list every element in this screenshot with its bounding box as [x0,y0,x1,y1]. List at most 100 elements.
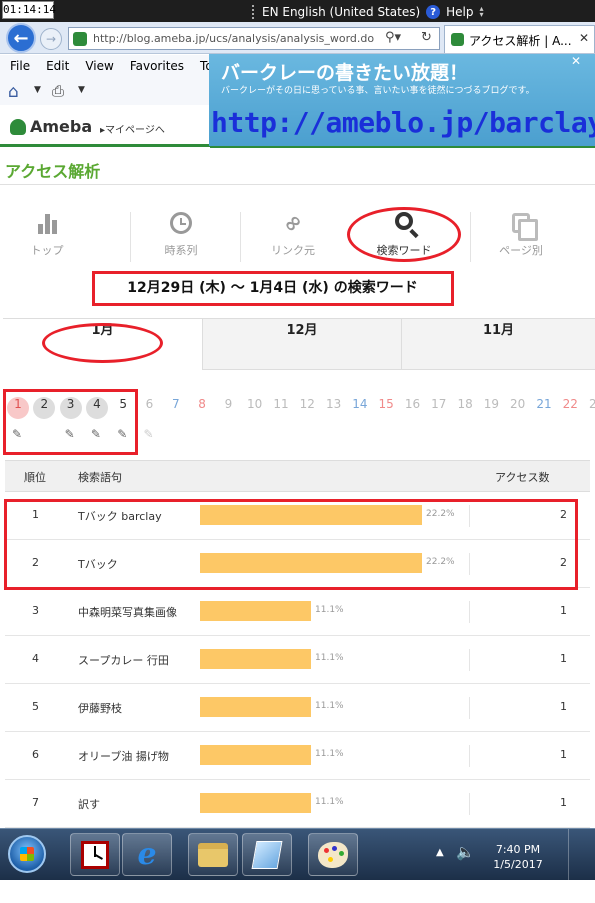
access-count-cell: 1 [560,796,567,809]
header-word: 検索語句 [78,471,122,484]
share-percent: 11.1% [315,653,344,663]
search-word-cell[interactable]: 伊藤野枝 [78,700,122,716]
taskbar-ie[interactable]: e [122,833,172,876]
help-label[interactable]: Help [446,5,473,19]
language-bar[interactable]: EN English (United States) ? Help ▴ ▾ [252,3,484,21]
share-bar-cell: 11.1% [200,649,470,671]
folder-icon [198,842,228,867]
command-bar: ⌂ ▼ ⎙ ▼ [0,77,210,105]
tab-timeline-label: 時系列 [164,244,198,257]
share-bar [200,697,311,717]
annotation-box [4,499,578,590]
header-count: アクセス数 [495,471,550,484]
share-bar-cell: 11.1% [200,793,470,815]
language-label[interactable]: EN English (United States) [262,5,420,19]
search-word-cell[interactable]: オリーブ油 揚げ物 [78,748,169,764]
tab-timeline[interactable]: 時系列 [131,210,231,270]
forward-button[interactable]: → [40,28,62,50]
share-percent: 11.1% [315,701,344,711]
show-desktop-button[interactable] [568,829,595,881]
taskbar-clock-app[interactable] [70,833,120,876]
share-bar-cell: 11.1% [200,745,470,767]
arrow-left-icon: ← [13,27,29,49]
print-icon[interactable]: ⎙ [52,82,64,100]
tab-referrer-label: リンク元 [271,244,315,257]
taskbar: e ▲ 🔈 7:40 PM 1/5/2017 [0,828,595,881]
ameba-logo[interactable]: Ameba [10,117,92,136]
header-rank: 順位 [24,471,46,484]
day-21: 21 [536,397,552,411]
day-11: 11 [273,397,289,411]
sticky-notes-icon [251,840,283,869]
month-tab-11[interactable]: 11月 [401,319,595,370]
day-14: 14 [352,397,368,411]
menu-favorites[interactable]: Favorites [130,59,184,73]
home-icon[interactable]: ⌂ [8,82,19,102]
back-button[interactable]: ← [6,23,36,53]
month-tab-12[interactable]: 12月 [202,319,401,370]
tray-clock[interactable]: 7:40 PM 1/5/2017 [486,842,550,872]
address-bar[interactable]: http://blog.ameba.jp/ucs/analysis/analys… [68,27,440,50]
table-row: 6 オリーブ油 揚げ物 11.1% 1 [5,732,590,780]
share-bar-cell: 11.1% [200,601,470,623]
banner-subtitle: バークレーがその日に思っている事、言いたい事を徒然につづるブログです。 [221,86,535,96]
help-icon[interactable]: ? [426,5,441,19]
table-row: 5 伊藤野枝 11.1% 1 [5,684,590,732]
taskbar-explorer[interactable] [188,833,238,876]
day-12: 12 [299,397,315,411]
search-word-cell[interactable]: スープカレー 行田 [78,652,169,668]
day-17: 17 [431,397,447,411]
refresh-icon[interactable]: ↻ [421,30,432,45]
url-text[interactable]: http://blog.ameba.jp/ucs/analysis/analys… [93,32,383,45]
ameba-favicon-icon [73,32,87,46]
day-19: 19 [483,397,500,411]
menu-file[interactable]: File [10,59,30,73]
search-word-cell[interactable]: 訳す [78,796,100,812]
windows-logo-icon [20,847,34,861]
grip-icon[interactable] [252,5,256,19]
chevron-down-icon[interactable]: ▼ [78,85,85,95]
browser-tab[interactable]: アクセス解析 | A... ✕ [444,25,595,53]
taskbar-paint[interactable] [308,833,358,876]
tray-expand-icon[interactable]: ▲ [436,847,444,858]
share-percent: 11.1% [315,797,344,807]
tray-time: 7:40 PM [495,843,541,856]
rank-cell: 3 [32,604,39,617]
menu-view[interactable]: View [85,59,113,73]
mypage-link[interactable]: ▸マイページへ [100,121,165,136]
search-dropdown-icon[interactable]: ⚲▾ [385,30,401,45]
annotation-ellipse [347,207,461,262]
clock-icon [170,212,192,234]
arrow-right-icon: → [45,32,57,46]
share-bar-cell: 11.1% [200,697,470,719]
tab-title[interactable]: アクセス解析 | A... [469,32,572,49]
paint-icon [318,841,348,868]
table-row: 4 スープカレー 行田 11.1% 1 [5,636,590,684]
tab-referrer[interactable]: ∞ リンク元 [243,207,343,270]
browser-nav-bar: ← → http://blog.ameba.jp/ucs/analysis/an… [0,22,595,54]
share-bar [200,793,311,813]
share-bar [200,745,311,765]
access-count-cell: 1 [560,700,567,713]
tab-pages[interactable]: ページ別 [471,210,571,270]
rank-cell: 5 [32,700,39,713]
options-arrows-icon[interactable]: ▴ ▾ [480,5,484,19]
menu-bar: File Edit View Favorites Tool [0,55,223,77]
tab-pages-label: ページ別 [499,244,543,257]
taskbar-notes[interactable] [242,833,292,876]
chevron-down-icon[interactable]: ▼ [34,85,41,95]
link-icon: ∞ [277,207,309,239]
speaker-icon[interactable]: 🔈 [456,843,475,861]
close-tab-icon[interactable]: ✕ [579,31,589,45]
tray-date: 1/5/2017 [493,858,543,871]
annotation-ellipse [42,323,163,363]
share-percent: 11.1% [315,605,344,615]
banner-url: http://ameblo.jp/barclay [211,106,595,139]
day-22: 22 [562,397,578,411]
tab-top[interactable]: トップ [0,210,97,270]
search-word-cell[interactable]: 中森明菜写真集画像 [78,604,177,620]
start-button[interactable] [8,835,46,873]
share-percent: 11.1% [315,749,344,759]
menu-edit[interactable]: Edit [46,59,69,73]
window-title-bar: 01:14:14 EN English (United States) ? He… [0,0,595,22]
